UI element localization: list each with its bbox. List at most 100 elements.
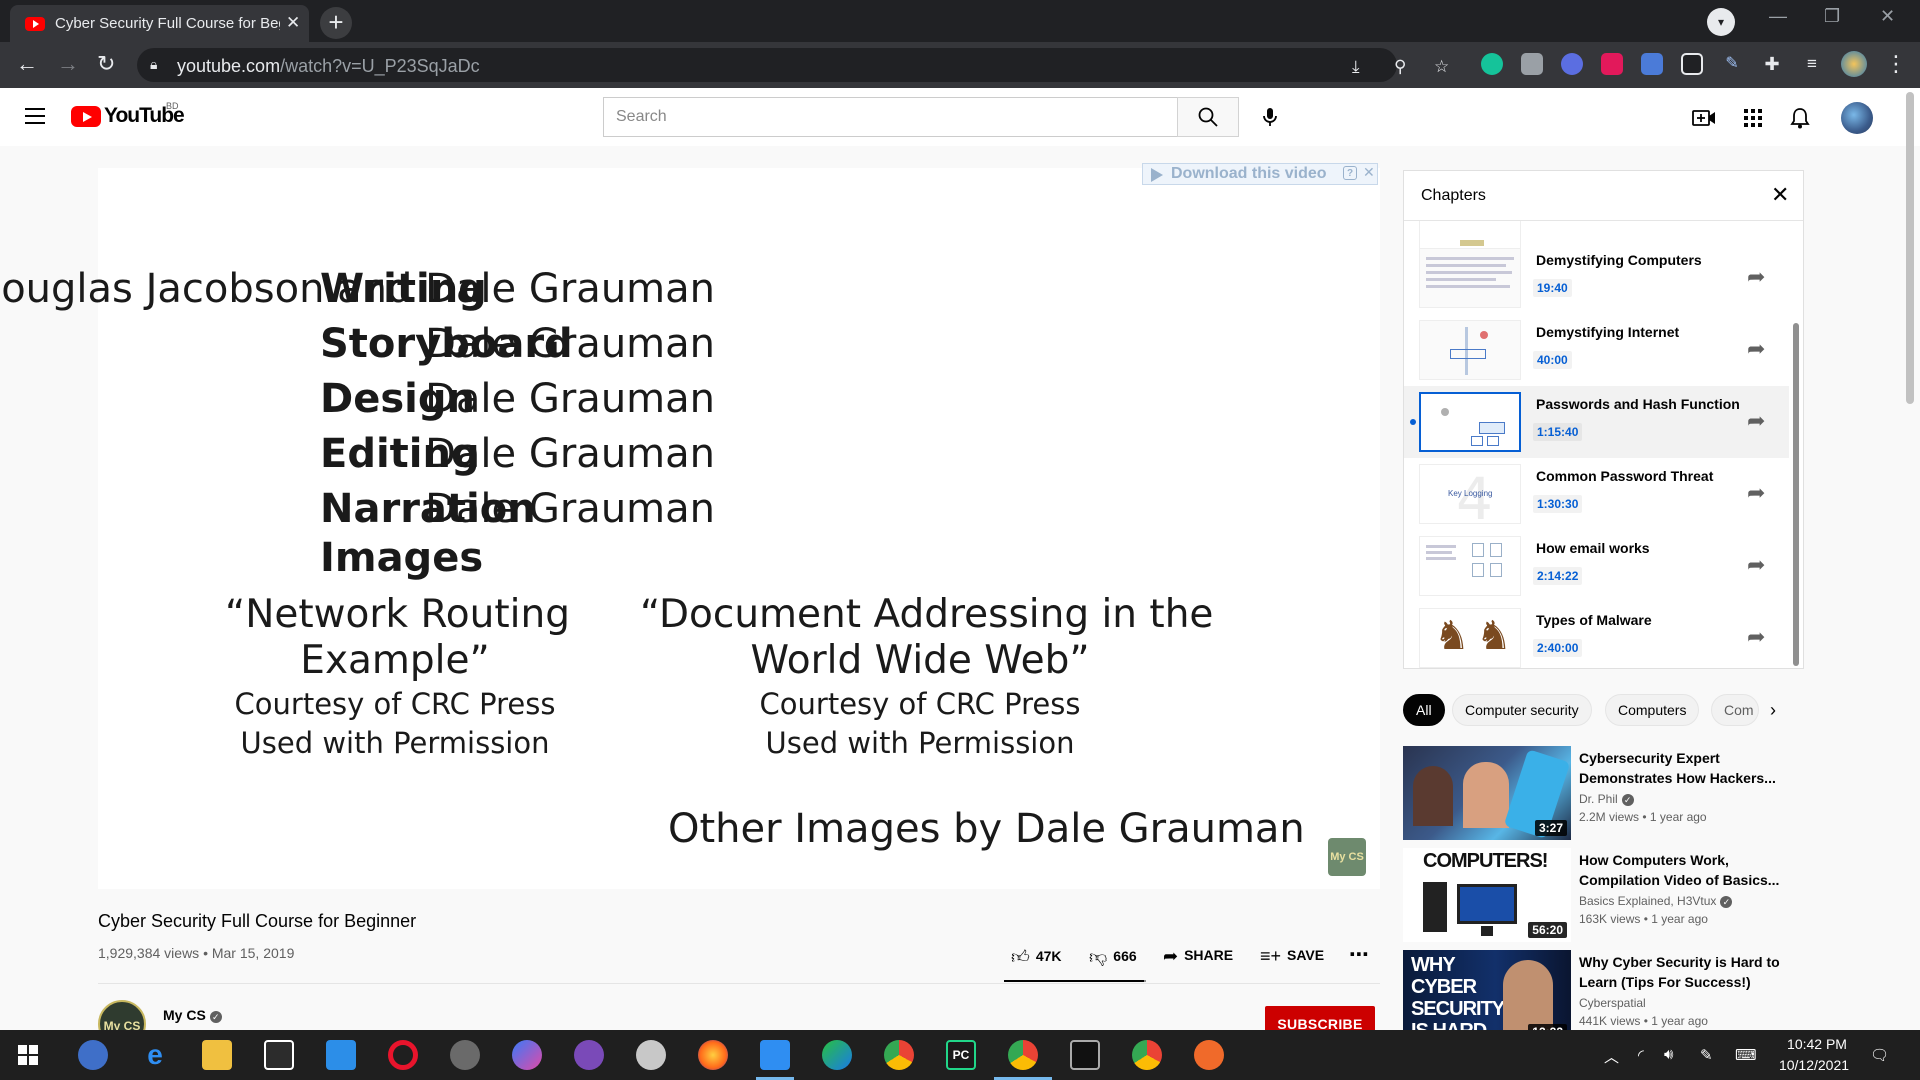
extension-icon[interactable] — [1561, 53, 1583, 75]
chrome-profile-icon[interactable] — [1132, 1040, 1162, 1070]
new-tab-button[interactable]: + — [320, 7, 352, 39]
satellite-app-icon[interactable] — [450, 1040, 480, 1070]
help-icon[interactable]: ? — [1343, 166, 1357, 180]
tab-search-icon[interactable]: ▾ — [1707, 8, 1735, 36]
store-icon[interactable] — [264, 1040, 294, 1070]
download-extension-icon[interactable] — [1641, 53, 1663, 75]
chapter-item-active[interactable]: Passwords and Hash Function 1:15:40 ➦ — [1404, 386, 1789, 458]
search-button[interactable] — [1177, 97, 1239, 137]
video-thumbnail[interactable]: COMPUTERS! 56:20 — [1403, 848, 1571, 942]
chapters-scrollbar[interactable] — [1793, 323, 1799, 666]
video-player[interactable]: Writing Douglas Jacobson and Dale Grauma… — [0, 168, 1380, 889]
chapter-time[interactable]: 1:15:40 — [1533, 423, 1583, 441]
chapter-item[interactable]: 4 Key Logging Common Password Threat 1:3… — [1404, 458, 1789, 530]
video-thumbnail[interactable]: 3:27 — [1403, 746, 1571, 840]
clock-time[interactable]: 10:42 PM — [1782, 1036, 1852, 1052]
download-video-bar[interactable]: Download this video ? ✕ — [1142, 163, 1378, 185]
recommendation-item[interactable]: 3:27 Cybersecurity Expert Demonstrates H… — [1403, 746, 1803, 840]
recommendation-channel[interactable]: Dr. Phil ✓ — [1579, 792, 1634, 806]
extensions-puzzle-icon[interactable]: ✚ — [1761, 53, 1783, 75]
grammarly-extension-icon[interactable] — [1481, 53, 1503, 75]
vscode-icon[interactable] — [760, 1040, 790, 1070]
save-button[interactable]: ≡+ SAVE — [1260, 946, 1324, 967]
apps-grid-icon[interactable] — [1741, 107, 1765, 129]
show-hidden-icons-icon[interactable]: ︿ — [1604, 1046, 1619, 1067]
recommendation-title[interactable]: Cybersecurity Expert Demonstrates How Ha… — [1579, 748, 1789, 788]
github-desktop-icon[interactable] — [574, 1040, 604, 1070]
windows-start-icon[interactable] — [18, 1045, 38, 1065]
chapter-item[interactable]: Demystifying Computers 19:40 ➦ — [1404, 242, 1789, 314]
more-actions-icon[interactable]: ⋯ — [1349, 942, 1369, 967]
recommendation-item[interactable]: COMPUTERS! 56:20 How Computers Work, Com… — [1403, 848, 1803, 942]
bookmark-star-icon[interactable]: ☆ — [1434, 57, 1449, 77]
install-app-icon[interactable]: ⤓ — [1352, 57, 1360, 77]
browser-icon[interactable] — [822, 1040, 852, 1070]
chapter-time[interactable]: 2:14:22 — [1533, 567, 1583, 585]
share-icon[interactable]: ➦ — [1747, 408, 1765, 434]
opera-icon[interactable] — [388, 1040, 418, 1070]
qbittorrent-icon[interactable] — [78, 1040, 108, 1070]
pycharm-icon[interactable]: PC — [946, 1040, 976, 1070]
mail-icon[interactable] — [326, 1040, 356, 1070]
share-icon[interactable]: ➦ — [1747, 336, 1765, 362]
firefox-icon[interactable] — [698, 1040, 728, 1070]
minimize-icon[interactable]: — — [1769, 6, 1787, 27]
youtube-logo-icon[interactable] — [71, 106, 101, 127]
recommendation-channel[interactable]: Basics Explained, H3Vtux ✓ — [1579, 894, 1733, 908]
camera-extension-icon[interactable] — [1521, 53, 1543, 75]
keyboard-icon[interactable]: ⌨ — [1735, 1046, 1757, 1064]
share-icon[interactable]: ➦ — [1747, 480, 1765, 506]
channel-name[interactable]: My CS ✓ — [163, 1007, 222, 1023]
chrome-active-icon[interactable] — [1008, 1040, 1038, 1070]
account-avatar[interactable] — [1841, 102, 1873, 134]
voice-search-button[interactable] — [1250, 97, 1290, 137]
window-close-icon[interactable]: ✕ — [1880, 6, 1895, 27]
tab-close-icon[interactable]: ✕ — [286, 13, 300, 33]
chevron-right-icon[interactable]: › — [1770, 700, 1776, 721]
close-icon[interactable]: ✕ — [1771, 182, 1789, 208]
chapter-time[interactable]: 40:00 — [1533, 351, 1572, 369]
paint-icon[interactable] — [636, 1040, 666, 1070]
hamburger-menu-icon[interactable] — [25, 108, 45, 124]
edge-browser-icon[interactable]: e — [140, 1040, 170, 1070]
chapter-time[interactable]: 2:40:00 — [1533, 639, 1583, 657]
forward-icon[interactable]: → — [57, 51, 79, 77]
wifi-icon[interactable]: ◜ — [1638, 1046, 1644, 1064]
chip-computers[interactable]: Computers — [1605, 694, 1700, 726]
chrome-menu-icon[interactable]: ⋮ — [1885, 51, 1907, 77]
share-icon[interactable]: ➦ — [1747, 264, 1765, 290]
profile-avatar-icon[interactable] — [1841, 51, 1867, 77]
media-queue-icon[interactable]: ≡ — [1801, 53, 1823, 75]
chapter-item[interactable]: Demystifying Internet 40:00 ➦ — [1404, 314, 1789, 386]
chrome-icon[interactable] — [884, 1040, 914, 1070]
create-video-icon[interactable] — [1692, 107, 1716, 129]
reload-icon[interactable]: ↻ — [97, 51, 115, 77]
chapter-time[interactable]: 1:30:30 — [1533, 495, 1583, 513]
pen-workspace-icon[interactable]: ✎ — [1700, 1046, 1713, 1064]
chip-all[interactable]: All — [1403, 694, 1445, 726]
file-explorer-icon[interactable] — [202, 1040, 232, 1070]
share-icon[interactable]: ➦ — [1747, 624, 1765, 650]
share-icon[interactable]: ➦ — [1747, 552, 1765, 578]
recommendation-title[interactable]: How Computers Work, Compilation Video of… — [1579, 850, 1789, 890]
postman-icon[interactable] — [1194, 1040, 1224, 1070]
messenger-icon[interactable] — [512, 1040, 542, 1070]
back-icon[interactable]: ← — [16, 51, 38, 77]
browser-tab[interactable]: Cyber Security Full Course for Beginner … — [10, 5, 309, 42]
chapter-item[interactable]: ♞ ♞ Types of Malware 2:40:00 ➦ — [1404, 602, 1789, 668]
share-button[interactable]: ➦ SHARE — [1163, 946, 1233, 967]
link-extension-icon[interactable] — [1681, 53, 1703, 75]
page-scrollbar[interactable] — [1906, 92, 1914, 404]
chip-partial[interactable]: Com — [1711, 694, 1759, 726]
recommendation-title[interactable]: Why Cyber Security is Hard to Learn (Tip… — [1579, 952, 1789, 992]
address-bar[interactable]: 🔒︎ youtube.com/watch?v=U_P23SqJaDc ⤓ ⚲ ☆ — [137, 48, 1449, 82]
terminal-icon[interactable] — [1070, 1040, 1100, 1070]
close-icon[interactable]: ✕ — [1363, 164, 1375, 181]
channel-watermark[interactable]: My CS — [1328, 838, 1366, 876]
zoom-icon[interactable]: ⚲ — [1394, 57, 1406, 77]
recommendation-channel[interactable]: Cyberspatial — [1579, 996, 1646, 1010]
dislike-button[interactable]: 👎︎ 666 — [1089, 946, 1137, 968]
notifications-bell-icon[interactable] — [1788, 107, 1812, 129]
like-button[interactable]: 👍︎ 47K — [1011, 946, 1062, 968]
player-extension-icon[interactable] — [1601, 53, 1623, 75]
